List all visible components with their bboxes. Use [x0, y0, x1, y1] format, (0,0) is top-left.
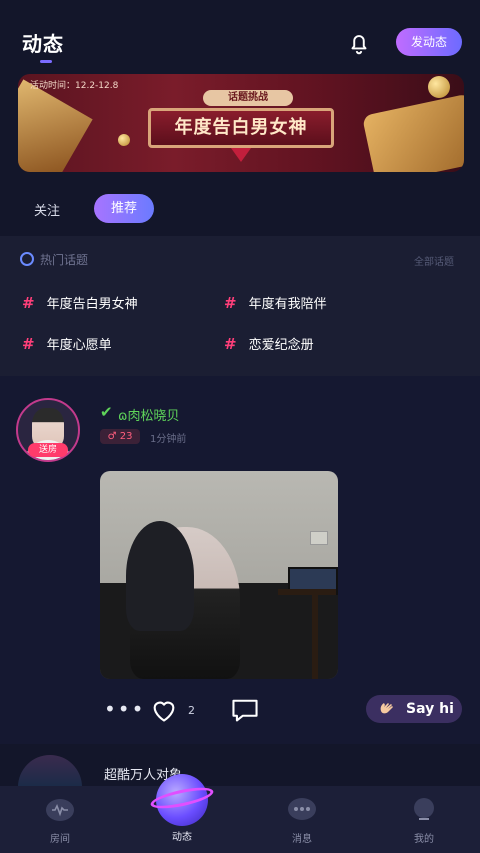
say-hi-label: Say hi — [406, 701, 454, 717]
nav-label: 动态 — [172, 832, 192, 843]
gem-icon — [231, 148, 251, 162]
nav-item-messages[interactable]: 消息 — [272, 797, 332, 845]
photo-table-leg — [312, 595, 318, 679]
hash-icon: # — [224, 335, 237, 353]
title-underline — [40, 60, 52, 63]
topic-label: 年度有我陪伴 — [248, 297, 327, 312]
banner-tag: 话题挑战 — [203, 90, 293, 106]
banner-decoration — [361, 93, 464, 172]
page-title: 动态 — [22, 32, 64, 56]
topic-dot-icon — [20, 252, 34, 266]
topic-label: 恋爱纪念册 — [248, 338, 314, 353]
like-count: 2 — [188, 704, 195, 717]
comment-icon[interactable] — [230, 697, 260, 723]
hash-icon: # — [22, 335, 35, 353]
heart-icon[interactable] — [150, 697, 178, 723]
profile-icon — [414, 798, 434, 820]
topic-item[interactable]: # 年度告白男女神 — [22, 293, 138, 312]
more-icon[interactable]: ••• — [104, 697, 145, 721]
wave-hand-icon — [380, 703, 393, 714]
level-badge: ♂ 23 — [100, 429, 140, 444]
all-topics-link[interactable]: 全部话题 — [414, 253, 454, 268]
nav-label: 消息 — [292, 834, 312, 845]
topic-label: 年度心愿单 — [46, 338, 112, 353]
nav-item-room[interactable]: 房间 — [30, 797, 90, 845]
event-banner[interactable]: 活动时间：12.2-12.8 话题挑战 年度告白男女神 — [18, 74, 464, 172]
nav-item-profile[interactable]: 我的 — [394, 797, 454, 845]
photo-table — [278, 589, 336, 595]
nav-item-feed[interactable]: 动态 — [152, 828, 212, 843]
tab-recommend[interactable]: 推荐 — [94, 194, 154, 223]
topic-item[interactable]: # 年度有我陪伴 — [224, 293, 327, 312]
verified-check-icon: ✔ — [100, 403, 113, 421]
hot-topics-title: 热门话题 — [40, 253, 89, 267]
post-time: 1分钟前 — [150, 434, 187, 445]
photo-outlet — [310, 531, 328, 545]
topic-item[interactable]: # 年度心愿单 — [22, 334, 112, 353]
banner-headline: 年度告白男女神 — [148, 108, 334, 148]
coin-icon — [428, 76, 450, 98]
hash-icon: # — [22, 294, 35, 312]
coin-icon — [118, 134, 130, 146]
bell-icon[interactable] — [346, 30, 372, 56]
say-hi-button[interactable]: Say hi — [366, 695, 462, 723]
topic-item[interactable]: # 恋爱纪念册 — [224, 334, 314, 353]
post-image[interactable] — [100, 471, 338, 679]
username[interactable]: ɷ肉松晓贝 — [118, 405, 179, 424]
banner-decoration — [18, 79, 93, 172]
nav-label: 房间 — [50, 834, 70, 845]
banner-date: 活动时间：12.2-12.8 — [30, 81, 119, 91]
photo-hair — [126, 521, 194, 631]
message-icon — [288, 798, 316, 820]
live-badge[interactable]: 送房 — [28, 443, 68, 457]
room-icon — [46, 799, 74, 821]
hash-icon: # — [224, 294, 237, 312]
nav-label: 我的 — [414, 834, 434, 845]
topic-label: 年度告白男女神 — [46, 297, 138, 312]
tab-follow[interactable]: 关注 — [34, 200, 60, 219]
post-button[interactable]: 发动态 — [396, 28, 462, 56]
